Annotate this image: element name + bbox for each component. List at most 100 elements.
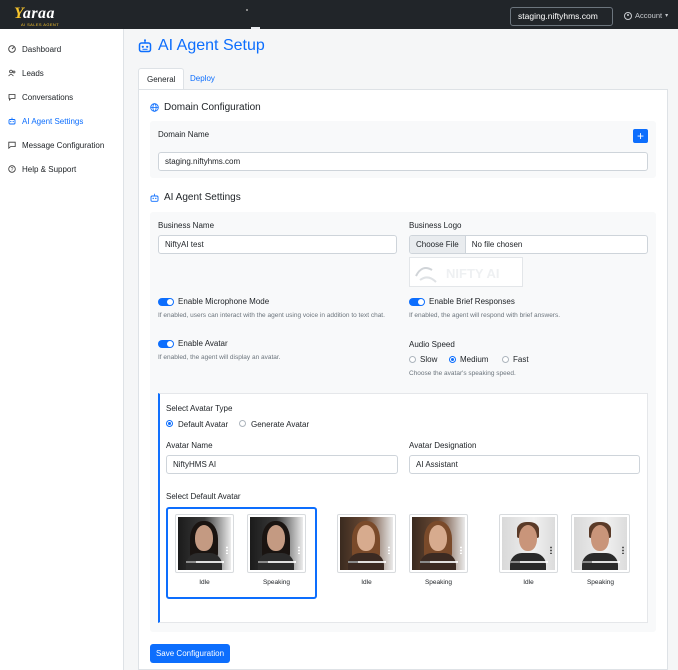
app-logo[interactable]: Yaraa AI SALES AGENT: [12, 5, 60, 27]
more-options-icon[interactable]: [550, 546, 552, 554]
avatar-name-input[interactable]: NiftyHMS AI: [166, 455, 398, 474]
more-options-icon[interactable]: [622, 546, 624, 554]
caret-down-icon: ▾: [665, 13, 669, 19]
agent-settings-heading: AI Agent Settings: [150, 192, 241, 203]
business-name-label: Business Name: [158, 221, 215, 230]
dashboard-icon: [8, 45, 16, 53]
file-status: No file chosen: [471, 240, 523, 249]
brief-responses-help: If enabled, the agent will respond with …: [409, 312, 561, 319]
more-options-icon[interactable]: [460, 546, 462, 554]
avatar-2-idle-caption: Idle: [361, 579, 372, 586]
sidebar-item-message-configuration[interactable]: Message Configuration: [8, 139, 104, 151]
logo-preview-image: NIFTY AI: [409, 257, 523, 287]
section-title: Domain Configuration: [164, 102, 261, 113]
help-icon: ?: [8, 165, 16, 173]
robot-icon: [8, 117, 16, 125]
robot-icon: [138, 39, 152, 53]
svg-text:?: ?: [11, 167, 14, 173]
sidebar-item-ai-agent-settings[interactable]: AI Agent Settings: [8, 115, 83, 127]
sidebar-item-conversations[interactable]: Conversations: [8, 91, 73, 103]
avatar-1-idle-video[interactable]: [175, 514, 234, 573]
audio-speed-help: Choose the avatar's speaking speed.: [409, 370, 516, 377]
default-avatar-select-label: Select Default Avatar: [166, 492, 241, 501]
avatar-toggle[interactable]: [158, 340, 174, 348]
audio-speed-fast-radio[interactable]: [502, 356, 509, 363]
video-progress: [582, 561, 620, 563]
globe-icon: [150, 103, 159, 112]
page-title-text: AI Agent Setup: [158, 37, 265, 54]
sidebar: Dashboard Leads Conversations AI Agent S…: [0, 29, 124, 670]
sidebar-item-dashboard[interactable]: Dashboard: [8, 43, 61, 55]
sidebar-item-label: Dashboard: [22, 44, 62, 54]
faded-logo-icon: NIFTY AI: [415, 266, 499, 283]
sidebar-item-label: AI Agent Settings: [22, 116, 84, 126]
audio-speed-medium-radio[interactable]: [449, 356, 456, 363]
robot-icon: [150, 193, 159, 202]
logo-mark: Y: [14, 5, 23, 22]
audio-speed-slow-radio[interactable]: [409, 356, 416, 363]
sidebar-item-label: Leads: [22, 68, 44, 78]
avatar-3-idle-caption: Idle: [523, 579, 534, 586]
microphone-mode-help: If enabled, users can interact with the …: [158, 312, 385, 319]
sidebar-item-label: Help & Support: [22, 164, 77, 174]
avatar-3-speaking-video[interactable]: [571, 514, 630, 573]
domain-name-input[interactable]: staging.niftyhms.com: [158, 152, 648, 171]
page-title: AI Agent Setup: [138, 37, 265, 55]
chat-icon: [8, 94, 16, 101]
business-name-input[interactable]: NiftyAI test: [158, 235, 397, 254]
choose-file-button[interactable]: Choose File: [410, 236, 466, 253]
avatar-1-speaking-caption: Speaking: [262, 579, 291, 586]
sidebar-item-help-support[interactable]: ? Help & Support: [8, 163, 76, 175]
default-avatar-radio[interactable]: [166, 420, 173, 427]
message-icon: [8, 141, 16, 149]
more-options-icon[interactable]: [226, 546, 228, 554]
avatar-type-label: Select Avatar Type: [166, 404, 233, 413]
more-options-icon[interactable]: [298, 546, 300, 554]
top-bar: Yaraa AI SALES AGENT staging.niftyhms.co…: [0, 0, 678, 29]
audio-speed-medium-label: Medium: [460, 355, 489, 364]
video-progress: [186, 561, 224, 563]
domain-selector[interactable]: staging.niftyhms.com: [510, 7, 613, 26]
account-menu[interactable]: Account ▾: [624, 11, 668, 20]
avatar-2-speaking-caption: Speaking: [424, 579, 453, 586]
avatar-2-speaking-video[interactable]: [409, 514, 468, 573]
default-avatar-label: Default Avatar: [178, 420, 229, 429]
audio-speed-slow-label: Slow: [420, 355, 438, 364]
brief-responses-toggle[interactable]: [409, 298, 425, 306]
sidebar-item-leads[interactable]: Leads: [8, 67, 44, 79]
audio-speed-fast-label: Fast: [513, 355, 529, 364]
video-progress: [420, 561, 458, 563]
avatar-3-idle-video[interactable]: [499, 514, 558, 573]
video-progress: [258, 561, 296, 563]
save-configuration-button[interactable]: Save Configuration: [150, 644, 230, 663]
avatar-toggle-label: Enable Avatar: [178, 339, 228, 348]
section-title: AI Agent Settings: [164, 192, 241, 203]
video-progress: [510, 561, 548, 563]
tab-deploy[interactable]: Deploy: [182, 68, 223, 89]
avatar-name-label: Avatar Name: [166, 441, 213, 450]
generate-avatar-label: Generate Avatar: [251, 420, 310, 429]
domain-config-heading: Domain Configuration: [150, 102, 261, 113]
logo-subtext: AI SALES AGENT: [21, 22, 60, 27]
domain-name-label: Domain Name: [158, 130, 210, 139]
business-logo-file-input[interactable]: Choose File No file chosen: [409, 235, 648, 254]
avatar-designation-input[interactable]: AI Assistant: [409, 455, 640, 474]
avatar-toggle-help: If enabled, the agent will display an av…: [158, 354, 281, 361]
generate-avatar-radio[interactable]: [239, 420, 246, 427]
more-options-icon[interactable]: [388, 546, 390, 554]
avatar-1-speaking-video[interactable]: [247, 514, 306, 573]
tab-general[interactable]: General: [138, 68, 185, 89]
microphone-mode-toggle[interactable]: [158, 298, 174, 306]
add-domain-button[interactable]: +: [633, 129, 648, 143]
avatar-1-idle-caption: Idle: [199, 579, 210, 586]
avatar-2-idle-video[interactable]: [337, 514, 396, 573]
users-icon: [8, 69, 16, 77]
tab-bar: General Deploy: [138, 68, 668, 89]
svg-text:NIFTY AI: NIFTY AI: [446, 266, 499, 281]
audio-speed-label: Audio Speed: [409, 340, 455, 349]
account-label: Account: [635, 11, 663, 20]
divider-dot: [246, 9, 248, 11]
user-circle-icon: [624, 11, 632, 20]
business-logo-label: Business Logo: [409, 221, 462, 230]
logo-text: araa: [22, 5, 56, 22]
